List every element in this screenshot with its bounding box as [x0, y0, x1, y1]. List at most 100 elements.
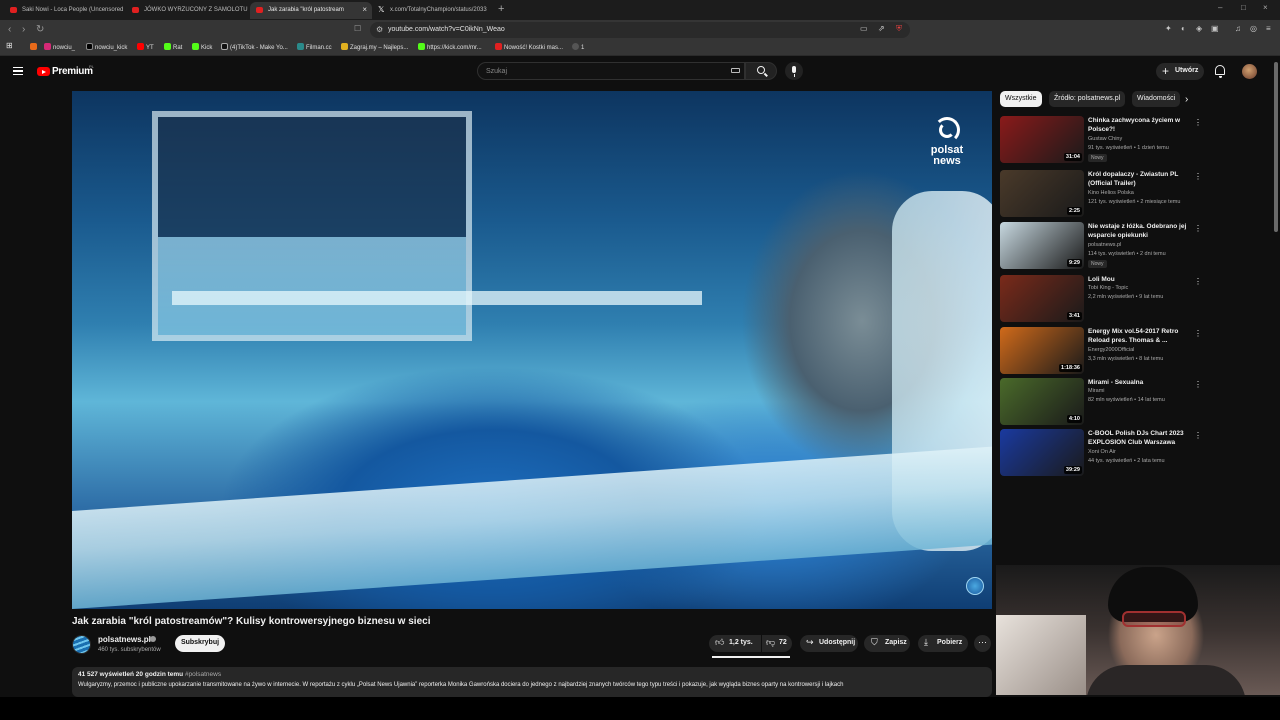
create-button[interactable]: + Utwórz [1156, 63, 1204, 80]
recommendation-title[interactable]: Mirami - Sexualna [1088, 378, 1192, 387]
forward-icon[interactable]: › [22, 24, 25, 35]
video-player[interactable]: polsat news [72, 91, 992, 609]
recommendation-channel[interactable]: Tobi King - Topic [1088, 285, 1128, 291]
page-scrollbar[interactable] [1274, 62, 1278, 232]
brave-shield-icon[interactable]: ⛨ [896, 24, 902, 34]
recommendation-title[interactable]: Król dopalaczy - Zwiastun PL (Official T… [1088, 170, 1192, 188]
extension-icon[interactable]: ✦ [1165, 24, 1172, 33]
bookmark-item[interactable]: YT [137, 43, 154, 51]
maximize-icon[interactable]: □ [1241, 3, 1246, 12]
share-page-icon[interactable]: ⇗ [878, 24, 885, 33]
video-thumbnail[interactable]: 1:18:36 [1000, 327, 1084, 374]
bookmark-item[interactable]: Rat [164, 43, 182, 51]
recommendation-item[interactable]: 3:41 Loli Mou Tobi King - Topic 2,2 mln wyś… [1000, 275, 1205, 323]
like-button[interactable]: 👍︎ 1,2 tys. [709, 635, 761, 652]
voice-search-mic-icon[interactable] [785, 62, 803, 80]
download-button[interactable]: ⤓ Pobierz [918, 635, 968, 652]
browser-tab[interactable]: JÓWKO WYRZUCONY Z SAMOLOTU [126, 2, 248, 19]
video-thumbnail[interactable]: 9:29 [1000, 222, 1084, 269]
minimize-icon[interactable]: – [1218, 3, 1222, 12]
reload-icon[interactable]: ↻ [36, 24, 44, 35]
video-thumbnail[interactable]: 4:10 [1000, 378, 1084, 425]
bookmark-item[interactable]: nowciu_ [44, 43, 75, 51]
site-info-icon[interactable]: ⚙ [376, 25, 383, 34]
browser-tab[interactable]: 𝕏x.com/TotalnyChampion/status/2033 [372, 2, 494, 19]
recommendation-channel[interactable]: Energy2000Official [1088, 347, 1134, 353]
video-thumbnail[interactable]: 39:29 [1000, 429, 1084, 476]
user-avatar[interactable] [1242, 64, 1257, 79]
close-tab-icon[interactable]: × [362, 5, 367, 14]
recommendation-title[interactable]: Nie wstaje z łóżka. Odebrano jej wsparci… [1088, 222, 1192, 240]
media-icon[interactable]: ♫ [1235, 24, 1241, 33]
hashtag-link[interactable]: #polsatnews [185, 671, 221, 678]
more-vert-icon[interactable]: ⋮ [1194, 118, 1202, 127]
bookmark-item[interactable]: Filman.cc [297, 43, 332, 51]
youtube-premium-logo-text[interactable]: Premium [52, 66, 93, 77]
notifications-bell-icon[interactable] [1215, 65, 1225, 78]
bookmark-item[interactable] [30, 43, 39, 51]
recommendation-channel[interactable]: Xoni On Air [1088, 449, 1116, 455]
more-actions-icon[interactable]: ⋯ [974, 635, 991, 652]
chip-source[interactable]: Źródło: polsatnews.pl [1049, 91, 1126, 107]
recommendation-item[interactable]: 4:10 Mirami - Sexualna Mirami 82 mln wyświe… [1000, 378, 1205, 426]
apps-grid-icon[interactable]: ⊞ [6, 41, 13, 50]
recommendation-title[interactable]: Energy Mix vol.54-2017 Retro Reload pres… [1088, 327, 1192, 345]
recommendation-item[interactable]: 31:04 Chinka zachwycona życiem w Polsce?!… [1000, 116, 1205, 164]
more-vert-icon[interactable]: ⋮ [1194, 277, 1202, 286]
video-thumbnail[interactable]: 31:04 [1000, 116, 1084, 163]
recommendation-item[interactable]: 1:18:36 Energy Mix vol.54-2017 Retro Relo… [1000, 327, 1205, 375]
recommendation-item[interactable]: 9:29 Nie wstaje z łóżka. Odebrano jej wsp… [1000, 222, 1205, 270]
url-field[interactable]: ⚙ youtube.com/watch?v=C0ikNn_Weao [370, 22, 910, 38]
subscribe-button[interactable]: Subskrybuj [175, 635, 225, 652]
bookmark-item[interactable]: nowciu_kick [86, 43, 127, 51]
bookmark-item[interactable]: Kick [192, 43, 212, 51]
more-vert-icon[interactable]: ⋮ [1194, 329, 1202, 338]
wallet-icon[interactable]: ◎ [1250, 24, 1257, 33]
search-button[interactable] [745, 62, 777, 80]
extension-icon[interactable]: ◐ [1181, 24, 1186, 33]
channel-avatar[interactable] [72, 635, 91, 654]
share-button[interactable]: ↪ Udostępnij [800, 635, 858, 652]
bookmark-item[interactable]: https://kick.com/mr... [418, 43, 482, 51]
bookmark-item[interactable]: 1 [572, 43, 584, 51]
video-thumbnail[interactable]: 3:41 [1000, 275, 1084, 322]
chip-news[interactable]: Wiadomości [1132, 91, 1180, 107]
channel-name[interactable]: polsatnews.pl [98, 635, 151, 644]
recommendation-title[interactable]: Chinka zachwycona życiem w Polsce?! [1088, 116, 1192, 134]
new-tab-button[interactable]: + [498, 3, 504, 15]
keyboard-icon[interactable] [731, 68, 740, 73]
recommendation-title[interactable]: C-BOOL Polish DJs Chart 2023 EXPLOSION C… [1088, 429, 1192, 447]
recommendation-channel[interactable]: Gustaw Chiny [1088, 136, 1122, 142]
bookmark-item[interactable]: Nowość! Kostki mas... [495, 43, 563, 51]
extensions-puzzle-icon[interactable]: ▣ [1211, 24, 1219, 33]
more-vert-icon[interactable]: ⋮ [1194, 224, 1202, 233]
video-thumbnail[interactable]: 2:25 [1000, 170, 1084, 217]
bookmark-item[interactable]: (4)TikTok - Make Yo... [221, 43, 288, 51]
bookmark-icon[interactable]: ☐ [354, 24, 361, 33]
cast-icon[interactable]: ▭ [860, 24, 868, 33]
extension-icon[interactable]: ◈ [1196, 24, 1202, 33]
video-description[interactable]: 41 527 wyświetleń 20 godzin temu #polsat… [72, 667, 992, 697]
more-vert-icon[interactable]: ⋮ [1194, 431, 1202, 440]
more-vert-icon[interactable]: ⋮ [1194, 380, 1202, 389]
close-window-icon[interactable]: × [1263, 3, 1268, 12]
hamburger-menu-icon[interactable] [13, 67, 23, 75]
chevron-right-icon[interactable]: › [1185, 94, 1188, 105]
chip-all[interactable]: Wszystkie [1000, 91, 1042, 107]
recommendation-channel[interactable]: polsatnews.pl [1088, 242, 1121, 248]
menu-icon[interactable]: ≡ [1266, 24, 1271, 33]
back-icon[interactable]: ‹ [8, 24, 11, 35]
dislike-button[interactable]: 👎︎ 72 [762, 635, 792, 652]
recommendation-channel[interactable]: Kino Helios Polska [1088, 190, 1134, 196]
recommendation-item[interactable]: 39:29 C-BOOL Polish DJs Chart 2023 EXPLOS… [1000, 429, 1205, 477]
search-input[interactable]: Szukaj [477, 62, 745, 80]
more-vert-icon[interactable]: ⋮ [1194, 172, 1202, 181]
recommendation-title[interactable]: Loli Mou [1088, 275, 1192, 284]
browser-tab-active[interactable]: Jak zarabia "król patostream × [250, 2, 372, 19]
youtube-logo-icon[interactable] [37, 67, 50, 76]
recommendation-item[interactable]: 2:25 Król dopalaczy - Zwiastun PL (Offici… [1000, 170, 1205, 218]
save-button[interactable]: ⛉ Zapisz [864, 635, 910, 652]
browser-tab[interactable]: Saki Nowi - Loca People (Uncensored [4, 2, 126, 19]
channel-watermark-icon[interactable] [966, 577, 984, 595]
recommendation-channel[interactable]: Mirami [1088, 388, 1105, 394]
